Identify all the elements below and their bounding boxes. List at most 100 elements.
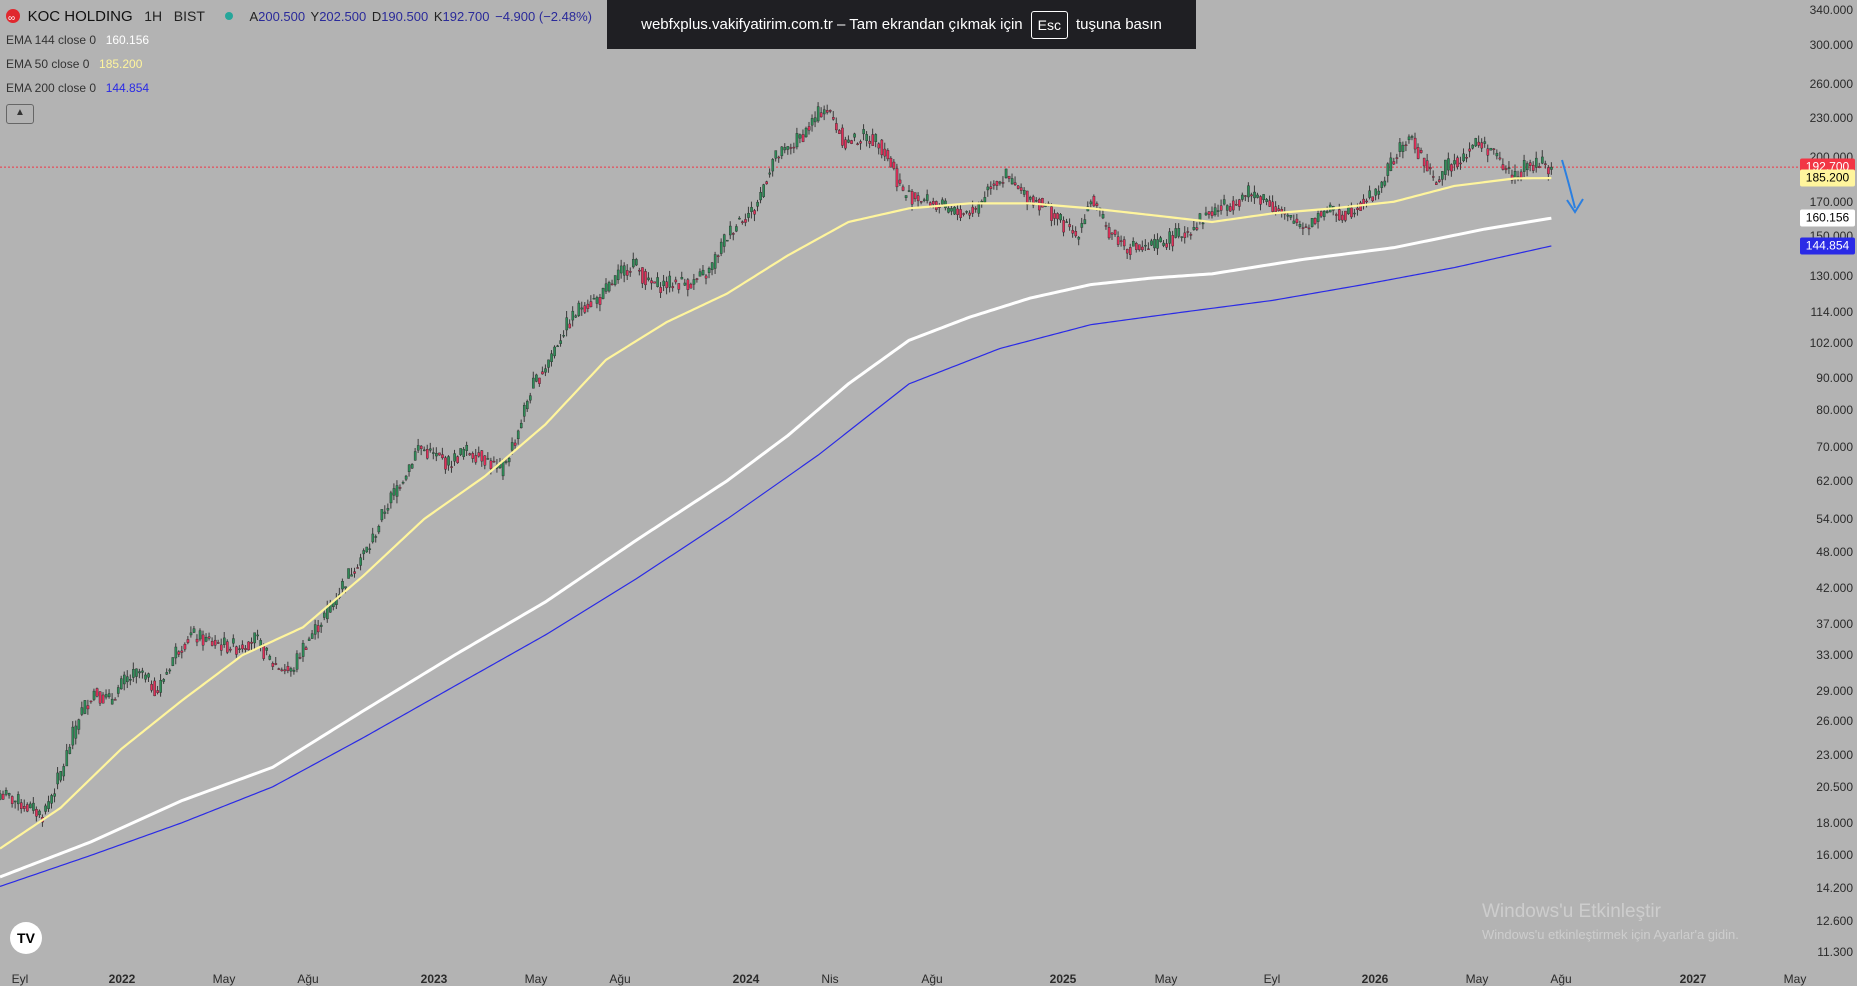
price-tick-label: 340.000 xyxy=(1809,3,1853,18)
candle-body xyxy=(104,694,108,698)
candle-body xyxy=(1316,213,1320,222)
symbol-name[interactable]: KOC HOLDING xyxy=(28,8,133,25)
candle-body xyxy=(1425,160,1429,172)
candle-body xyxy=(1525,163,1529,171)
candle-body xyxy=(277,668,281,670)
candle-body xyxy=(825,110,829,113)
candle-body xyxy=(1410,136,1414,138)
tradingview-logo-icon[interactable]: TV xyxy=(10,922,42,954)
candle-body xyxy=(71,726,75,746)
time-tick-label: Ağu xyxy=(609,972,631,986)
indicator-ema144[interactable]: EMA 144 close 0 160.156 xyxy=(6,28,592,52)
change-value: −4.900 (−2.48%) xyxy=(495,9,592,24)
candle-body xyxy=(404,475,408,480)
candle-body xyxy=(468,453,472,456)
candle-body xyxy=(101,694,105,704)
candle-body xyxy=(262,645,266,659)
price-tick-label: 300.000 xyxy=(1809,37,1853,52)
candle-body xyxy=(1159,237,1162,243)
candle-body xyxy=(44,805,47,812)
candle-body xyxy=(23,806,26,809)
candle-body xyxy=(1174,228,1178,238)
candle-body xyxy=(1480,142,1484,149)
candle-body xyxy=(1298,224,1302,227)
candle-body xyxy=(132,669,135,678)
candle-body xyxy=(307,638,311,641)
candle-body xyxy=(4,790,8,795)
indicator-ema200[interactable]: EMA 200 close 0 144.854 xyxy=(6,76,592,100)
candle-body xyxy=(1089,201,1093,205)
candle-body xyxy=(1259,196,1262,205)
candle-body xyxy=(580,307,584,310)
candle-body xyxy=(1150,240,1153,246)
candle-body xyxy=(535,374,538,382)
candle-body xyxy=(1456,157,1459,167)
candle-body xyxy=(20,802,23,809)
candle-body xyxy=(492,460,496,463)
candle-body xyxy=(1444,159,1447,175)
time-tick-label: May xyxy=(1783,972,1807,986)
price-axis[interactable]: 340.000 300.000 260.000 230.000 200.000 170.0… xyxy=(1800,0,1857,986)
open-label: A xyxy=(249,9,259,24)
candle-body xyxy=(589,301,593,308)
candle-body xyxy=(595,297,599,304)
candle-body xyxy=(1507,167,1511,169)
candle-body xyxy=(1010,178,1014,185)
candle-body xyxy=(123,674,126,685)
ema50-value: 185.200 xyxy=(99,57,143,71)
symbol-row: KOC HOLDING 1H BIST A200.500 Y202.500 D1… xyxy=(6,4,592,31)
candle-body xyxy=(656,277,659,287)
candle-body xyxy=(1001,182,1005,184)
price-tick-label: 26.000 xyxy=(1816,714,1853,729)
candle-body xyxy=(219,644,223,651)
candle-body xyxy=(777,156,781,159)
candle-body xyxy=(1465,157,1468,159)
candle-body xyxy=(247,641,250,651)
candle-body xyxy=(1165,243,1168,248)
candle-body xyxy=(792,146,796,149)
candle-body xyxy=(610,283,614,286)
candle-body xyxy=(1180,236,1184,238)
high-label: Y xyxy=(310,9,320,24)
candle-body xyxy=(1168,231,1171,244)
candle-body xyxy=(950,208,953,212)
time-axis[interactable]: Eyl 2022 May Ağu 2023 May Ağu 2024 Nis Ağu 2025 May… xyxy=(0,966,1807,986)
candle-body xyxy=(207,636,211,639)
candle-body xyxy=(729,225,732,236)
candle-body xyxy=(362,550,366,555)
candle-body xyxy=(1147,248,1150,250)
candle-body xyxy=(532,377,535,389)
candle-body xyxy=(129,679,132,681)
candle-body xyxy=(962,213,965,215)
candle-body xyxy=(1074,231,1078,237)
candle-body xyxy=(974,208,978,210)
candle-body xyxy=(365,546,369,553)
candle-body xyxy=(1177,228,1181,237)
chart-canvas[interactable] xyxy=(0,0,1800,966)
candle-body xyxy=(1035,200,1038,202)
candle-body xyxy=(280,669,284,672)
candle-body xyxy=(1407,136,1411,141)
candle-body xyxy=(86,705,90,710)
candle-body xyxy=(1386,163,1390,176)
candle-body xyxy=(795,133,799,148)
candle-body xyxy=(1268,200,1271,207)
candle-body xyxy=(201,634,205,646)
candle-body xyxy=(689,283,693,289)
time-tick-label: Ağu xyxy=(1550,972,1572,986)
candle-body xyxy=(1392,161,1396,165)
candle-body xyxy=(377,526,381,533)
candle-body xyxy=(1519,171,1523,178)
ema-line xyxy=(0,176,1552,850)
candle-body xyxy=(671,286,675,289)
candle-body xyxy=(853,133,856,138)
candle-body xyxy=(1125,248,1129,254)
interval-label[interactable]: 1H xyxy=(144,8,162,24)
candle-body xyxy=(1241,194,1244,200)
candle-body xyxy=(680,277,684,280)
indicator-ema50[interactable]: EMA 50 close 0 185.200 xyxy=(6,52,592,76)
collapse-legend-button[interactable]: ▲ xyxy=(6,104,34,124)
down-arrow-annotation[interactable] xyxy=(1561,159,1584,214)
candle-body xyxy=(283,669,287,672)
candle-body xyxy=(65,750,69,767)
